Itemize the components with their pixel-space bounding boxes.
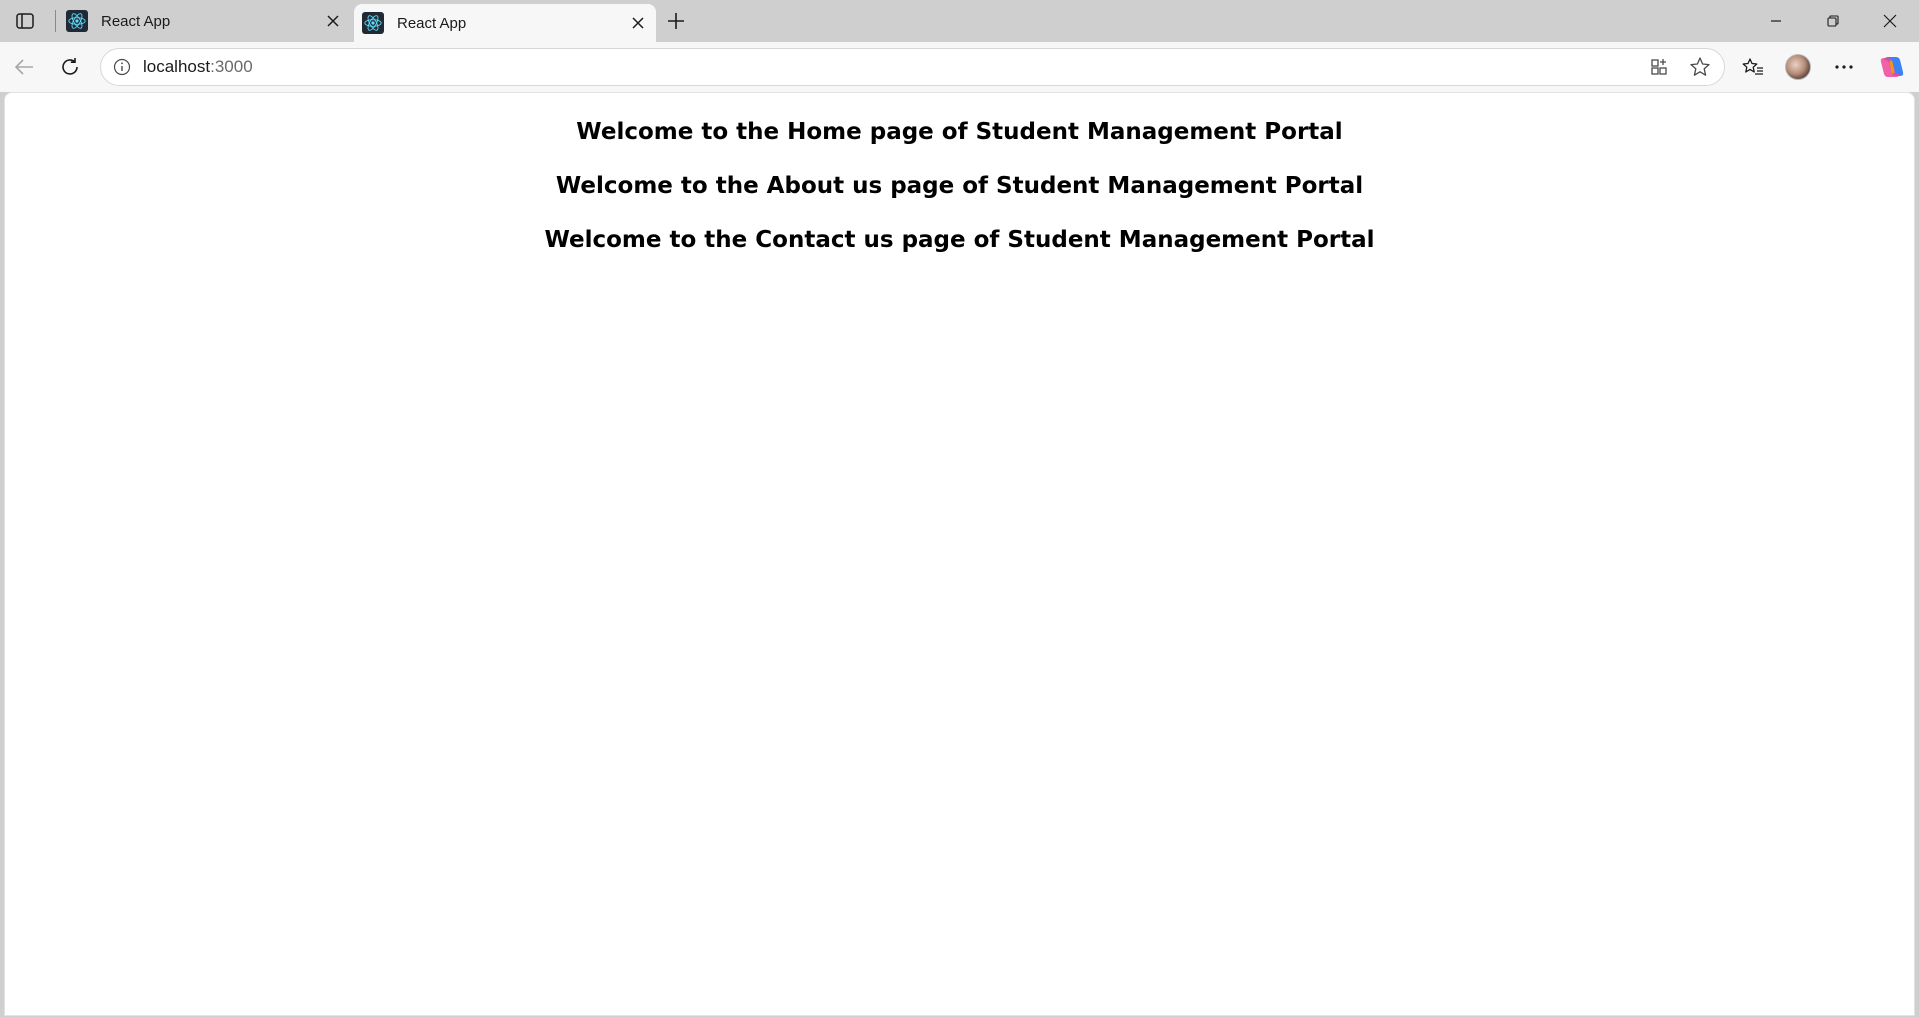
close-icon [327,15,339,27]
browser-toolbar: localhost:3000 [0,42,1919,92]
address-bar[interactable]: localhost:3000 [100,48,1725,86]
star-icon [1690,57,1710,76]
reload-icon [62,58,78,75]
react-icon [362,12,384,34]
favorites-list-icon [1742,58,1763,75]
back-button[interactable] [8,51,40,83]
more-options-button[interactable] [1828,51,1860,83]
tab-close-button[interactable] [319,7,347,35]
url-port: :3000 [210,57,253,76]
copilot-button[interactable] [1876,51,1908,83]
split-screen-button[interactable] [1644,52,1676,82]
close-icon [1883,14,1897,28]
tab-close-button[interactable] [624,9,652,37]
contact-heading: Welcome to the Contact us page of Studen… [544,227,1375,253]
url-text[interactable]: localhost:3000 [143,57,253,77]
react-icon [66,10,88,32]
plus-icon [668,13,684,29]
site-info-button[interactable] [107,52,137,82]
minimize-icon [1771,20,1781,22]
reload-button[interactable] [54,51,86,83]
tab-separator [55,10,56,32]
tab-actions-button[interactable] [11,8,39,34]
home-heading: Welcome to the Home page of Student Mana… [576,119,1343,145]
restore-button[interactable] [1804,0,1862,42]
profile-button[interactable] [1782,51,1814,83]
add-favorite-button[interactable] [1684,52,1716,82]
minimize-button[interactable] [1747,0,1805,42]
tab-react-app-2[interactable]: React App [354,4,656,42]
restore-icon [1827,15,1839,27]
tab-title: React App [101,12,171,30]
page-viewport: Welcome to the Home page of Student Mana… [4,92,1915,1016]
title-bar: React App React App [0,0,1919,42]
avatar [1785,54,1811,80]
split-screen-icon [1651,59,1667,75]
close-icon [632,17,644,29]
arrow-left-icon [14,59,33,75]
about-heading: Welcome to the About us page of Student … [555,173,1364,199]
favorites-button[interactable] [1737,51,1769,83]
new-tab-button[interactable] [661,6,691,36]
ellipsis-icon [1835,65,1853,69]
tab-actions-icon [16,13,34,29]
tab-react-app-1[interactable]: React App [58,0,351,42]
window-close-button[interactable] [1861,0,1919,42]
info-icon [113,58,131,76]
url-host: localhost [143,57,211,76]
copilot-icon [1880,57,1904,77]
tab-title: React App [397,14,467,32]
